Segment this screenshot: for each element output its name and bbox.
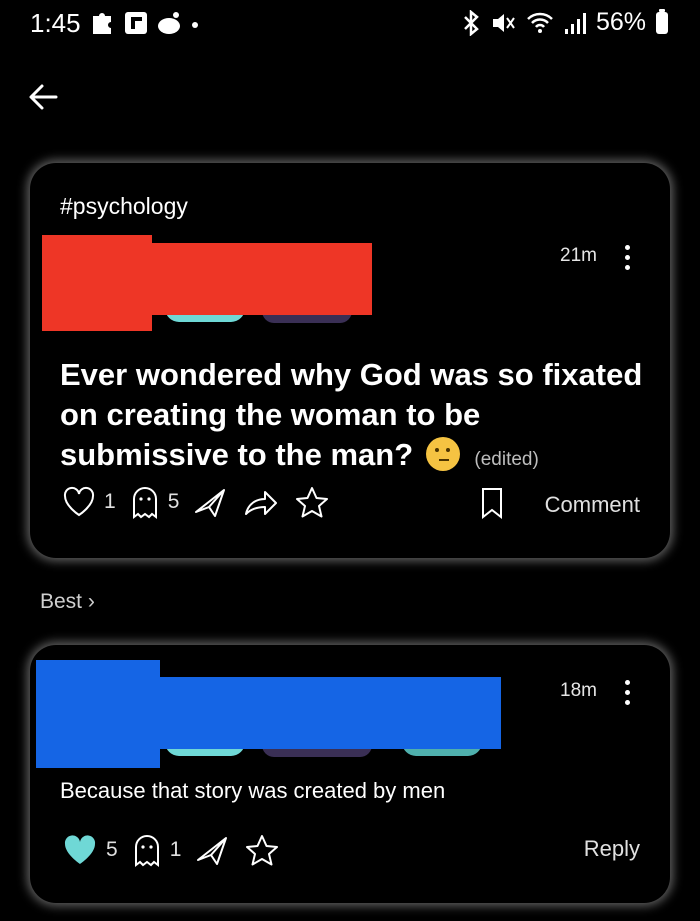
ghost-icon[interactable] — [130, 485, 160, 519]
reddit-icon — [158, 12, 180, 34]
reply-button[interactable]: Reply — [584, 836, 640, 862]
send-icon[interactable] — [195, 834, 229, 866]
post-ghost-count: 5 — [167, 490, 180, 513]
post-actions: 1 5 — [62, 485, 329, 519]
chevron-right-icon: › — [87, 590, 95, 613]
post-body: Ever wondered why God was so fixated on … — [60, 355, 650, 480]
puzzle-icon — [93, 13, 111, 34]
comment-actions: 5 1 — [62, 833, 279, 867]
system-icons: 56% — [462, 8, 668, 37]
notification-icons — [90, 10, 200, 36]
battery-icon — [656, 8, 668, 34]
comment-like-count: 5 — [106, 838, 118, 861]
status-bar: 1:45 56% — [0, 0, 700, 50]
post-card[interactable]: #psychology 21m Ever wondered why God wa… — [30, 163, 670, 558]
heart-filled-icon[interactable] — [62, 833, 98, 867]
redacted-commenter-name — [36, 677, 501, 749]
dot-icon — [192, 22, 198, 28]
comment-card[interactable]: 18m Because that story was created by me… — [30, 645, 670, 903]
post-body-text: Ever wondered why God was so fixated on … — [60, 357, 643, 472]
sort-selector[interactable]: Best › — [40, 590, 95, 614]
post-like-count: 1 — [104, 490, 116, 513]
bookmark-icon[interactable] — [480, 487, 504, 519]
comment-more-icon[interactable] — [625, 680, 631, 706]
wifi-icon — [527, 12, 553, 33]
comment-body: Because that story was created by men — [60, 778, 446, 803]
mute-icon — [492, 13, 515, 32]
star-icon[interactable] — [295, 486, 329, 518]
battery-percent: 56% — [595, 8, 646, 36]
back-arrow-icon[interactable] — [26, 80, 60, 114]
redacted-author-name — [42, 243, 372, 315]
post-more-icon[interactable] — [625, 245, 631, 271]
bluetooth-icon — [464, 9, 479, 36]
comment-time: 18m — [560, 680, 597, 701]
post-time: 21m — [560, 245, 597, 266]
app-notification-icon — [125, 12, 147, 34]
status-time: 1:45 — [30, 8, 81, 38]
thinking-face-icon — [425, 437, 460, 471]
ghost-icon[interactable] — [132, 833, 162, 867]
comment-button[interactable]: Comment — [545, 492, 640, 518]
send-icon[interactable] — [193, 486, 227, 518]
signal-icon — [564, 12, 586, 34]
comment-ghost-count: 1 — [169, 838, 182, 861]
edited-label: (edited) — [474, 449, 539, 470]
share-icon[interactable] — [243, 486, 279, 518]
sort-label: Best — [40, 590, 83, 613]
star-icon[interactable] — [245, 834, 279, 866]
post-tag[interactable]: #psychology — [60, 193, 188, 220]
heart-icon[interactable] — [62, 486, 96, 518]
